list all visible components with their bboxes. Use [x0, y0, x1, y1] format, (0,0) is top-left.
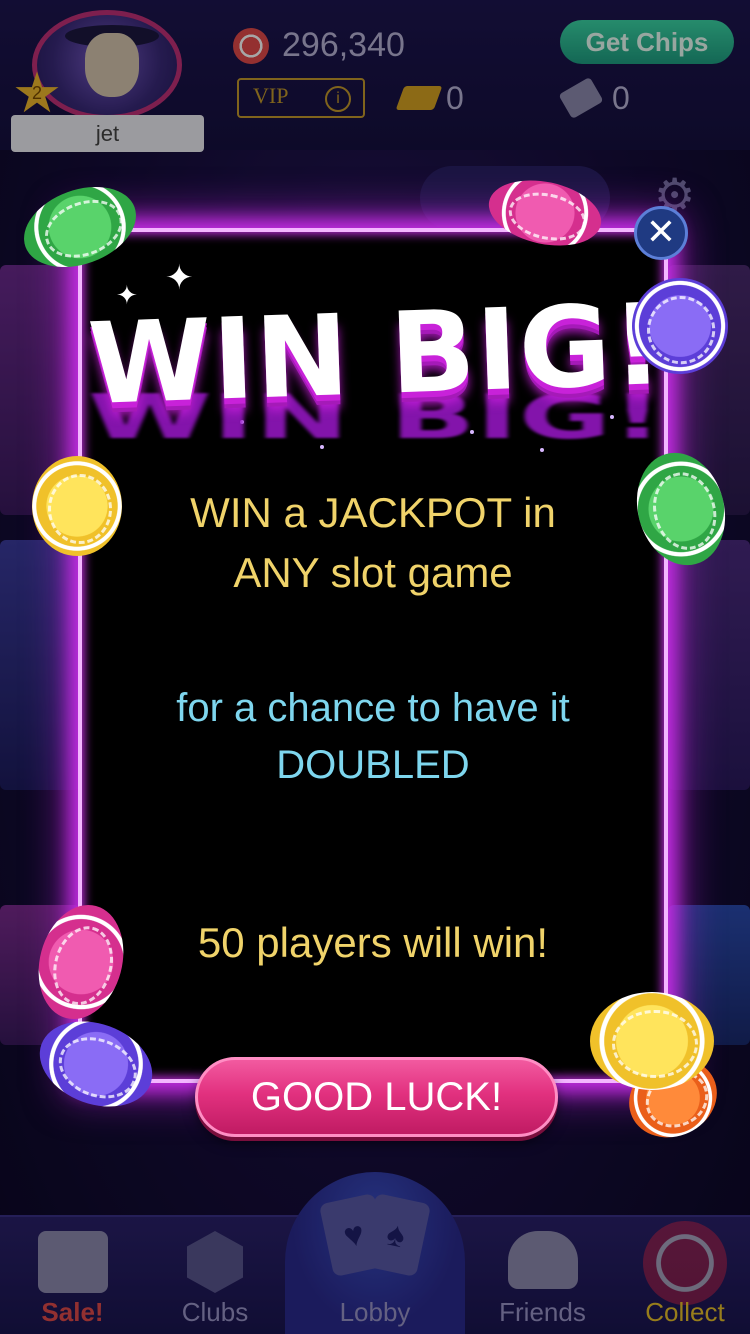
promo-line-2: ANY slot game	[233, 549, 513, 596]
chip-icon	[32, 456, 122, 556]
close-icon[interactable]: ✕	[634, 206, 688, 260]
headline-text: WIN BIG!	[85, 279, 667, 431]
chip-icon	[590, 992, 714, 1090]
promo-line-1: WIN a JACKPOT in	[190, 489, 556, 536]
promo-line-4: DOUBLED	[276, 743, 470, 787]
headline: WIN BIG! WIN BIG!	[56, 280, 696, 470]
promo-line-5: 50 players will win!	[197, 919, 549, 966]
promo-line-3: for a chance to have it	[176, 686, 570, 730]
good-luck-button[interactable]: GOOD LUCK!	[195, 1057, 558, 1137]
